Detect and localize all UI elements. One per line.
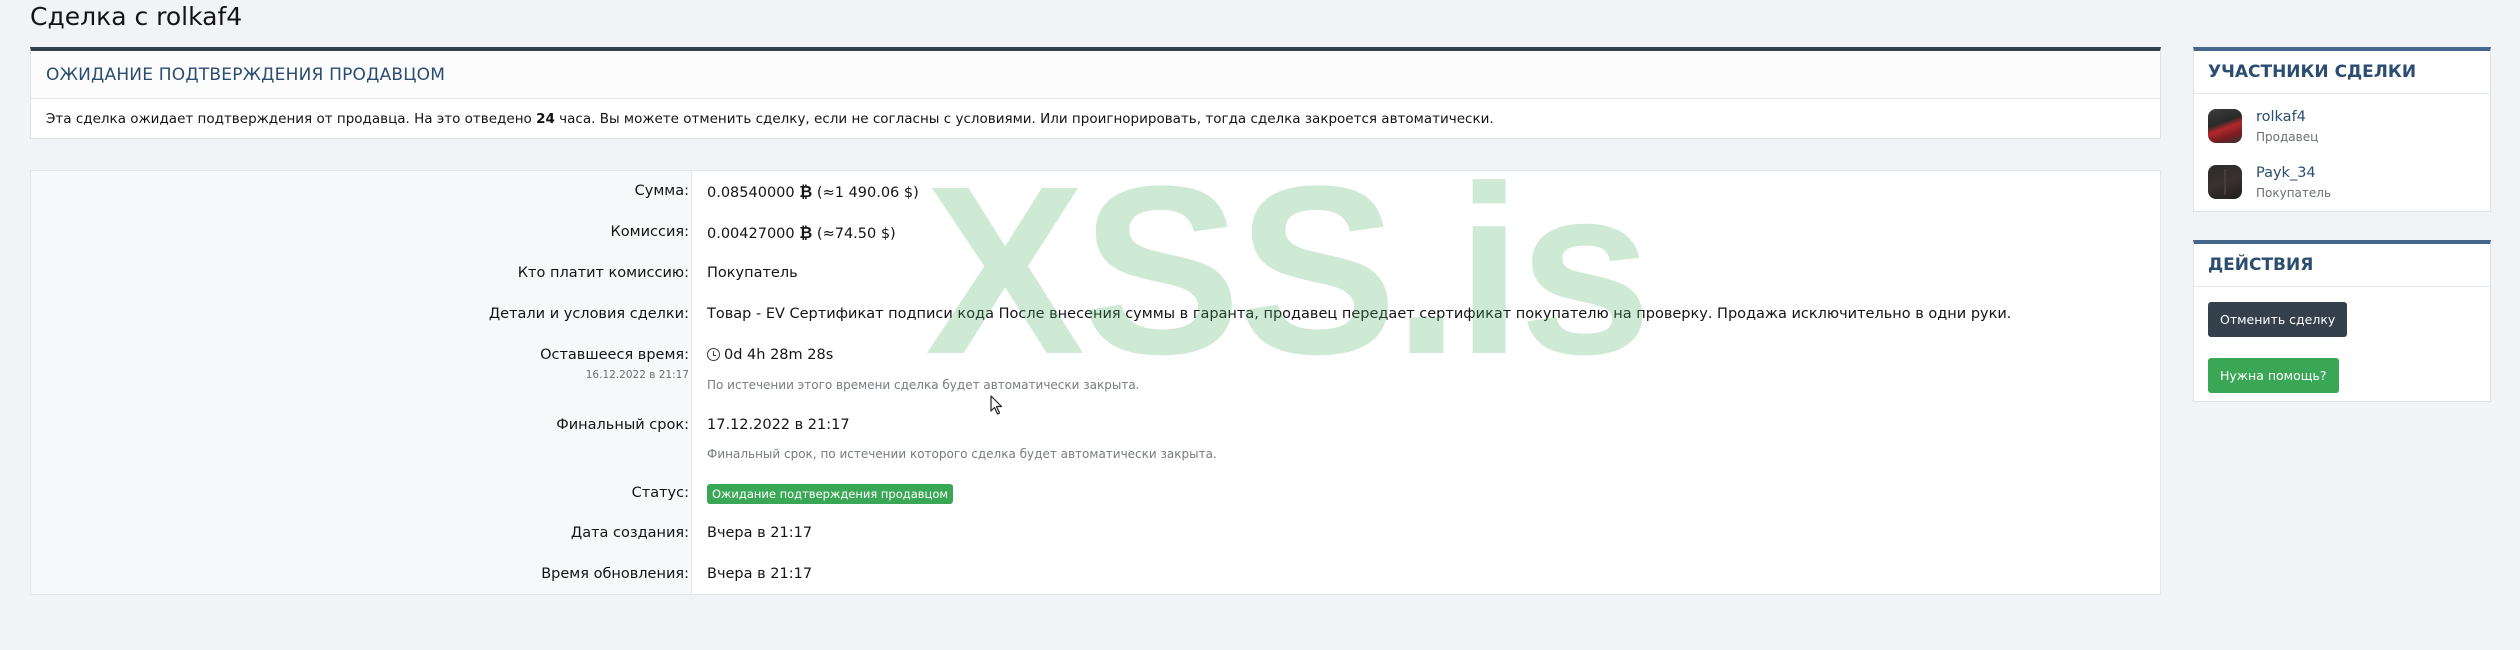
fee-number: 0.00427000	[707, 226, 795, 242]
bitcoin-icon: ₿	[799, 223, 813, 242]
status-badge: Ожидание подтверждения продавцом	[707, 484, 954, 504]
page-title: Сделка с rolkaf4	[30, 2, 243, 31]
mouse-cursor-icon	[990, 395, 1003, 415]
member-name-link[interactable]: rolkaf4	[2256, 109, 2306, 125]
need-help-button[interactable]: Нужна помощь?	[2208, 358, 2339, 393]
actions-title: ДЕЙСТВИЯ	[2194, 244, 2490, 287]
deal-actions-panel: ДЕЙСТВИЯ Отменить сделку Нужна помощь?	[2193, 240, 2491, 402]
fee-payer-value: Покупатель	[707, 265, 798, 281]
notice-text-before: Эта сделка ожидает подтверждения от прод…	[46, 111, 537, 127]
time-left-value: 0d 4h 28m 28s	[707, 347, 833, 363]
status-label: Статус:	[631, 485, 689, 501]
deal-details: Сумма: 0.08540000 ₿ (≈1 490.06 $) Комисс…	[30, 170, 2161, 595]
deal-notice: ОЖИДАНИЕ ПОДТВЕРЖДЕНИЯ ПРОДАВЦОМ Эта сде…	[30, 47, 2161, 139]
bitcoin-icon: ₿	[799, 182, 813, 201]
notice-text: Эта сделка ожидает подтверждения от прод…	[31, 99, 2160, 139]
deal-members-panel: УЧАСТНИКИ СДЕЛКИ rolkaf4 Продавец Payk_3…	[2193, 47, 2491, 212]
member-role: Продавец	[2256, 130, 2319, 144]
time-left-start: 16.12.2022 в 21:17	[585, 369, 689, 381]
status-value: Ожидание подтверждения продавцом	[707, 484, 954, 504]
created-label: Дата создания:	[570, 525, 689, 541]
member-buyer: Payk_34 Покупатель	[2208, 165, 2468, 205]
amount-number: 0.08540000	[707, 185, 795, 201]
created-value: Вчера в 21:17	[707, 525, 813, 541]
cancel-deal-button[interactable]: Отменить сделку	[2208, 302, 2348, 337]
deadline-hint: Финальный срок, по истечении которого сд…	[707, 447, 1217, 461]
clock-icon	[707, 348, 720, 361]
fee-payer-label: Кто платит комиссию:	[517, 265, 689, 281]
updated-label: Время обновления:	[541, 566, 689, 582]
fee-value: 0.00427000 ₿ (≈74.50 $)	[707, 223, 896, 243]
notice-title: ОЖИДАНИЕ ПОДТВЕРЖДЕНИЯ ПРОДАВЦОМ	[31, 51, 2160, 99]
updated-value: Вчера в 21:17	[707, 566, 813, 582]
fee-label: Комиссия:	[610, 224, 689, 240]
time-left-label: Оставшееся время:	[540, 347, 689, 363]
time-left-countdown: 0d 4h 28m 28s	[724, 347, 834, 363]
avatar[interactable]	[2208, 109, 2242, 143]
terms-value: Товар - EV Сертификат подписи кода После…	[707, 306, 2012, 322]
deadline-label: Финальный срок:	[556, 417, 689, 433]
deadline-value: 17.12.2022 в 21:17	[707, 417, 850, 433]
member-seller: rolkaf4 Продавец	[2208, 109, 2468, 149]
members-title: УЧАСТНИКИ СДЕЛКИ	[2194, 51, 2490, 94]
member-name-link[interactable]: Payk_34	[2256, 165, 2316, 181]
terms-label: Детали и условия сделки:	[488, 306, 689, 322]
member-role: Покупатель	[2256, 186, 2332, 200]
avatar[interactable]	[2208, 165, 2242, 199]
amount-label: Сумма:	[634, 183, 689, 199]
notice-text-after: часа. Вы можете отменить сделку, если не…	[554, 111, 1494, 127]
amount-value: 0.08540000 ₿ (≈1 490.06 $)	[707, 182, 919, 202]
fee-usd: (≈74.50 $)	[816, 226, 896, 242]
amount-usd: (≈1 490.06 $)	[816, 185, 919, 201]
time-left-hint: По истечении этого времени сделка будет …	[707, 378, 1140, 392]
notice-hours: 24	[536, 111, 555, 127]
